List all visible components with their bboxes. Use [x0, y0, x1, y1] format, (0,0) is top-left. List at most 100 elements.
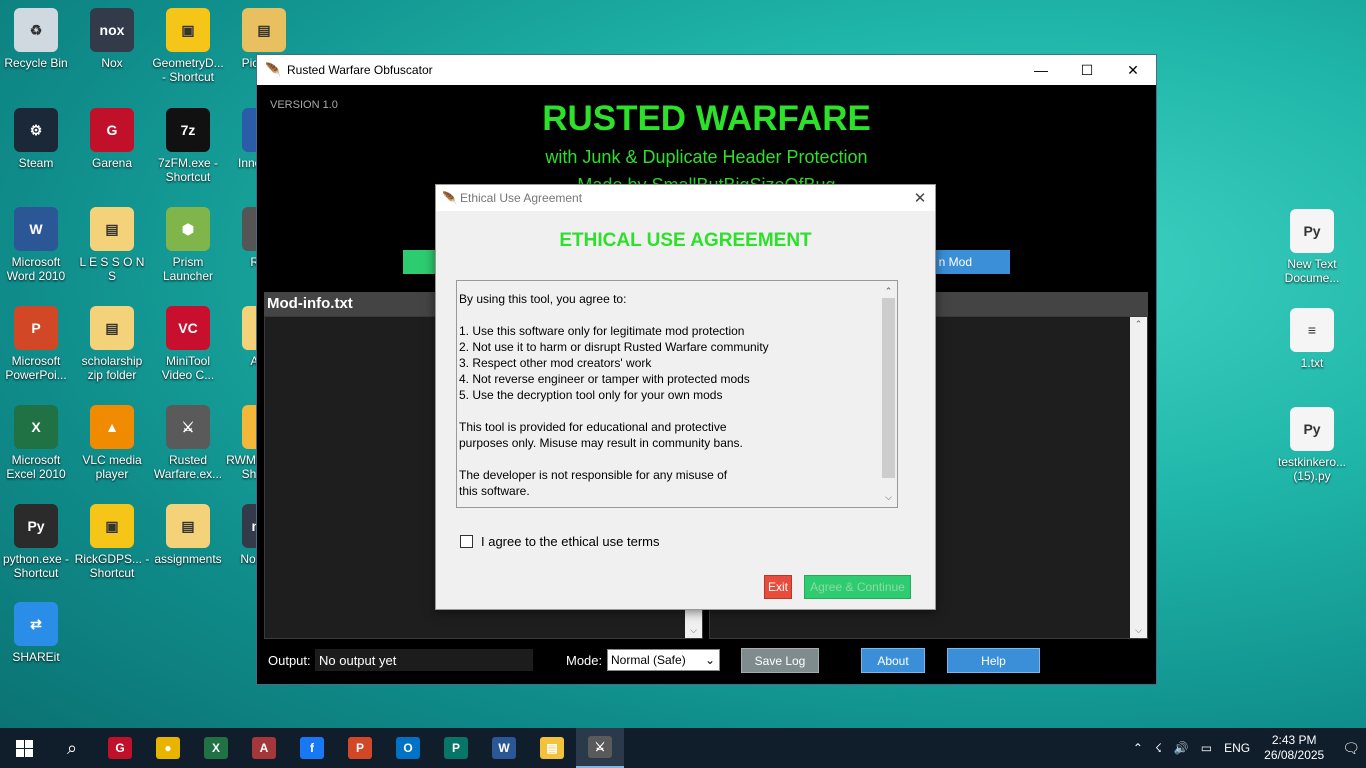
desktop-icon-label: Recycle Bin: [4, 56, 68, 70]
desktop-icon-1-txt[interactable]: ≡ 1.txt: [1274, 304, 1350, 370]
desktop-icon-powerpoint[interactable]: P Microsoft PowerPoi...: [0, 302, 74, 382]
desktop-icon-excel-2010[interactable]: X Microsoft Excel 2010: [0, 401, 74, 481]
start-button[interactable]: [0, 728, 48, 768]
terms-scrollbar[interactable]: ⌃ ⌵: [880, 281, 897, 507]
mode-select[interactable]: Normal (Safe) ⌄: [607, 649, 720, 671]
exit-button[interactable]: Exit: [764, 575, 792, 599]
dialog-titlebar[interactable]: 🪶 Ethical Use Agreement ✕: [436, 185, 935, 211]
taskbar-facebook[interactable]: f: [288, 728, 336, 768]
excel-icon: X: [204, 737, 228, 759]
nox-icon: nox: [90, 8, 134, 52]
publisher-icon: P: [444, 737, 468, 759]
terms-scroll-thumb[interactable]: [882, 298, 895, 478]
scroll-up-arrow-icon[interactable]: ⌃: [1130, 319, 1147, 330]
lessons-icon: ▤: [90, 207, 134, 251]
desktop-icon-7zfm-shortcut[interactable]: 7z 7zFM.exe - Shortcut: [150, 104, 226, 184]
taskbar-rusted-warfare[interactable]: ⚔: [576, 728, 624, 768]
terms-disclaimer: This tool is provided for educational an…: [459, 419, 879, 451]
battery-icon[interactable]: ▭: [1201, 741, 1212, 755]
agree-checkbox[interactable]: [460, 535, 473, 548]
language-indicator[interactable]: ENG: [1224, 741, 1250, 755]
agree-continue-button[interactable]: Agree & Continue: [804, 575, 911, 599]
scroll-up-arrow-icon[interactable]: ⌃: [880, 283, 897, 299]
taskbar-outlook[interactable]: O: [384, 728, 432, 768]
scroll-down-arrow-icon[interactable]: ⌵: [1130, 625, 1147, 636]
shareit-icon: ⇄: [14, 602, 58, 646]
chevron-up-icon[interactable]: ⌃: [1133, 741, 1143, 755]
taskbar-apps: G ● X Af P O P W ▤ ⚔: [96, 728, 624, 768]
desktop-icon-new-text-document[interactable]: Py New Text Docume...: [1274, 205, 1350, 285]
chevron-down-icon: ⌄: [704, 653, 715, 667]
taskbar-chrome[interactable]: ●: [144, 728, 192, 768]
taskbar-word[interactable]: W: [480, 728, 528, 768]
terms-line: The developer is not responsible for any…: [459, 468, 728, 482]
terms-rule: 3. Respect other mod creators' work: [459, 356, 652, 370]
agree-checkbox-label: I agree to the ethical use terms: [481, 534, 660, 549]
desktop-icon-garena[interactable]: G Garena: [74, 104, 150, 170]
desktop-icon-label: assignments: [154, 552, 222, 566]
clock[interactable]: 2:43 PM 26/08/2025: [1264, 733, 1324, 763]
taskbar-excel[interactable]: X: [192, 728, 240, 768]
terms-rule: 4. Not reverse engineer or tamper with p…: [459, 372, 750, 386]
search-button[interactable]: ⌕: [48, 728, 96, 768]
7zfm-shortcut-icon: 7z: [166, 108, 210, 152]
garena-icon: G: [90, 108, 134, 152]
minimize-button[interactable]: —: [1018, 55, 1064, 85]
window-titlebar[interactable]: 🪶 Rusted Warfare Obfuscator — ☐ ✕: [257, 55, 1156, 85]
feather-app-icon: 🪶: [265, 62, 282, 77]
volume-icon[interactable]: 🔊: [1174, 741, 1189, 755]
desktop-icon-shareit[interactable]: ⇄ SHAREit: [0, 598, 74, 664]
desktop-icon-nox[interactable]: nox Nox: [74, 4, 150, 70]
terms-line: This tool is provided for educational an…: [459, 420, 727, 434]
notification-icon[interactable]: 🗨: [1342, 740, 1360, 757]
mode-select-value: Normal (Safe): [611, 653, 686, 667]
network-icon[interactable]: ☇: [1155, 741, 1162, 755]
output-label: Output:: [268, 653, 311, 668]
desktop-icon-lessons[interactable]: ▤ L E S S O N S: [74, 203, 150, 283]
rickgdps-shortcut-icon: ▣: [90, 504, 134, 548]
clock-date: 26/08/2025: [1264, 748, 1325, 762]
excel-2010-icon: X: [14, 405, 58, 449]
new-text-document-icon: Py: [1290, 209, 1334, 253]
dialog-title: Ethical Use Agreement: [460, 191, 583, 205]
maximize-button[interactable]: ☐: [1064, 55, 1110, 85]
taskbar-garena[interactable]: G: [96, 728, 144, 768]
help-button[interactable]: Help: [947, 648, 1040, 673]
desktop-icon-label: New Text Docume...: [1284, 257, 1340, 285]
desktop-icon-vlc[interactable]: ▲ VLC media player: [74, 401, 150, 481]
terms-text-box[interactable]: By using this tool, you agree to: 1. Use…: [456, 280, 898, 508]
dialog-close-button[interactable]: ✕: [905, 189, 935, 207]
agree-checkbox-row[interactable]: I agree to the ethical use terms: [460, 534, 659, 549]
powerpoint-icon: P: [14, 306, 58, 350]
desktop-icon-minitool-video[interactable]: VC MiniTool Video C...: [150, 302, 226, 382]
desktop-icon-assignments[interactable]: ▤ assignments: [150, 500, 226, 566]
about-button[interactable]: About: [861, 648, 925, 673]
desktop-icon-python-shortcut[interactable]: Py python.exe - Shortcut: [0, 500, 74, 580]
taskbar-file-explorer[interactable]: ▤: [528, 728, 576, 768]
minitool-video-icon: VC: [166, 306, 210, 350]
desktop-icon-rickgdps-shortcut[interactable]: ▣ RickGDPS... - Shortcut: [74, 500, 150, 580]
desktop-icon-label: VLC media player: [82, 453, 142, 481]
scroll-down-arrow-icon[interactable]: ⌵: [880, 489, 897, 505]
scroll-down-arrow-icon[interactable]: ⌵: [685, 625, 702, 636]
desktop-icon-scholarship-zip[interactable]: ▤ scholarship zip folder: [74, 302, 150, 382]
access-icon: A: [252, 737, 276, 759]
desktop-icon-testkinkero-py[interactable]: Py testkinkero... (15).py: [1274, 403, 1350, 483]
close-button[interactable]: ✕: [1110, 55, 1156, 85]
desktop-icon-prism-launcher[interactable]: ⬢ Prism Launcher: [150, 203, 226, 283]
right-text-scrollbar[interactable]: ⌃ ⌵: [1130, 317, 1147, 638]
desktop-icon-recycle-bin[interactable]: ♻ Recycle Bin: [0, 4, 74, 70]
garena-icon: G: [108, 737, 132, 759]
taskbar-access[interactable]: A: [240, 728, 288, 768]
taskbar-powerpoint[interactable]: P: [336, 728, 384, 768]
save-log-button[interactable]: Save Log: [741, 648, 819, 673]
feather-app-icon: 🪶: [442, 191, 457, 205]
desktop-icon-rusted-warfare[interactable]: ⚔ Rusted Warfare.ex...: [150, 401, 226, 481]
geometryd-shortcut-icon: ▣: [166, 8, 210, 52]
desktop-icon-geometryd-shortcut[interactable]: ▣ GeometryD... - Shortcut: [150, 4, 226, 84]
taskbar-publisher[interactable]: P: [432, 728, 480, 768]
file-explorer-icon: ▤: [540, 737, 564, 759]
desktop-icon-steam[interactable]: ⚙ Steam: [0, 104, 74, 170]
assignments-icon: ▤: [166, 504, 210, 548]
desktop-icon-word-2010[interactable]: W Microsoft Word 2010: [0, 203, 74, 283]
